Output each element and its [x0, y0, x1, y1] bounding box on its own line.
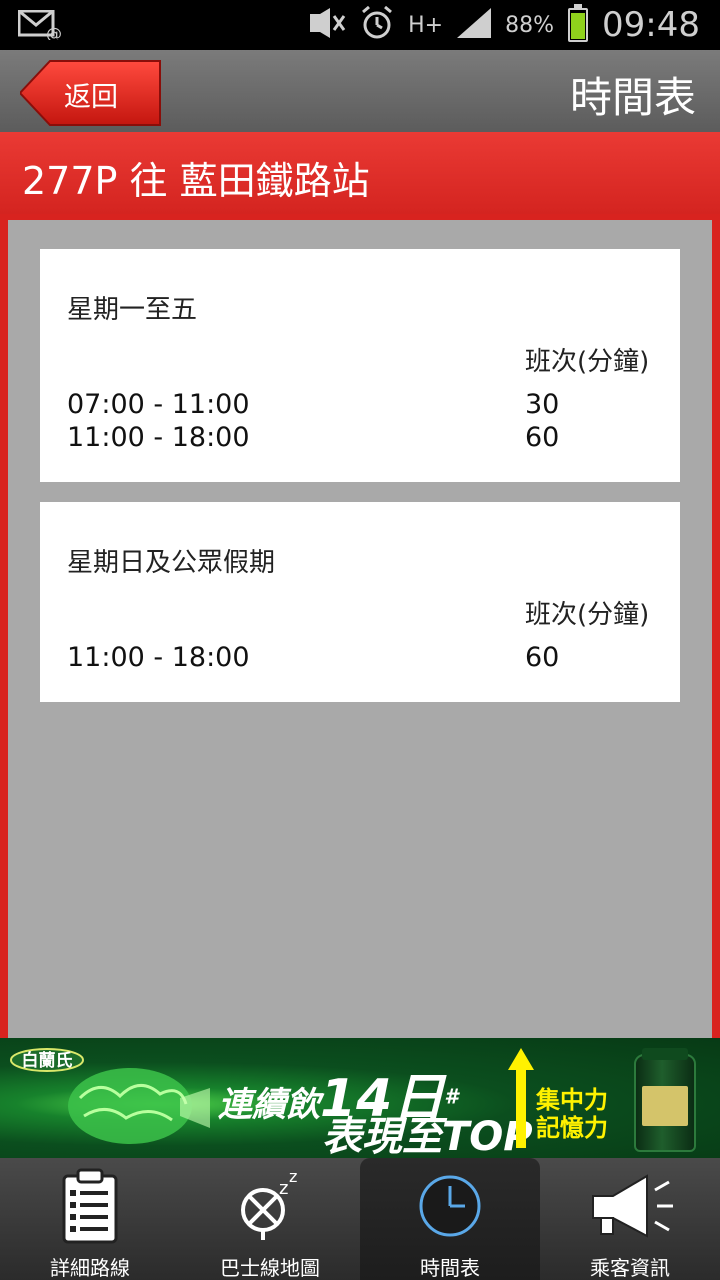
product-jar-image — [634, 1048, 696, 1152]
bus-map-icon: z z — [235, 1167, 305, 1248]
nav-label: 詳細路線 — [50, 1256, 130, 1280]
schedule-row: 11:00 - 18:00 60 — [67, 642, 667, 676]
svg-text:@: @ — [46, 24, 62, 40]
frequency-column-header: 班次(分鐘) — [525, 347, 650, 377]
nav-route-details[interactable]: 詳細路線 — [0, 1158, 180, 1280]
network-type: H+ — [408, 12, 444, 38]
clock-time: 09:48 — [602, 5, 700, 45]
schedule-day-label: 星期日及公眾假期 — [67, 548, 276, 578]
nav-label: 乘客資訊 — [590, 1256, 670, 1280]
ad-text: 連續飲 — [218, 1085, 320, 1125]
up-arrow-icon — [508, 1048, 534, 1148]
mute-icon — [308, 8, 346, 42]
brain-graphic — [68, 1068, 210, 1144]
ad-side-line: 記憶力 — [536, 1114, 608, 1142]
time-period: 11:00 - 18:00 — [67, 422, 250, 453]
app-header: 返回 時間表 — [0, 50, 720, 132]
frequency-value: 30 — [525, 389, 560, 420]
status-bar: @ H+ 88% 09:48 — [0, 0, 720, 50]
battery-icon — [568, 4, 589, 42]
ad-side-text: 集中力 記憶力 — [536, 1086, 608, 1142]
nav-label: 時間表 — [420, 1256, 480, 1280]
schedule-row: 11:00 - 18:00 60 — [67, 422, 667, 456]
frequency-value: 60 — [525, 422, 560, 453]
back-button-label: 返回 — [64, 82, 118, 113]
nav-label: 巴士線地圖 — [220, 1256, 320, 1280]
bottom-navigation: 詳細路線 z z 巴士線地圖 時間表 乘客資訊 — [0, 1158, 720, 1280]
frequency-column-header: 班次(分鐘) — [525, 600, 650, 630]
ad-banner[interactable]: 白蘭氏 連續飲14日# 表現至TOP 集中力 記憶力 — [0, 1038, 720, 1158]
battery-percent: 88% — [505, 12, 555, 38]
schedule-day-label: 星期一至五 — [67, 295, 198, 325]
schedule-card-holiday: 星期日及公眾假期 班次(分鐘) 11:00 - 18:00 60 — [40, 502, 680, 702]
frequency-value: 60 — [525, 642, 560, 673]
route-banner: 277P 往 藍田鐵路站 — [0, 132, 720, 214]
clipboard-icon — [60, 1168, 120, 1248]
email-notification-icon: @ — [17, 9, 62, 44]
nav-passenger-info[interactable]: 乘客資訊 — [540, 1158, 720, 1280]
megaphone-icon — [585, 1168, 675, 1248]
schedule-row: 07:00 - 11:00 30 — [67, 389, 667, 423]
route-title: 277P 往 藍田鐵路站 — [22, 159, 370, 203]
ad-side-line: 集中力 — [536, 1086, 608, 1114]
back-button[interactable]: 返回 — [20, 60, 164, 126]
clock-icon — [415, 1168, 485, 1248]
schedule-card-weekday: 星期一至五 班次(分鐘) 07:00 - 11:00 30 11:00 - 18… — [40, 249, 680, 482]
signal-icon — [457, 8, 492, 42]
time-period: 07:00 - 11:00 — [67, 389, 250, 420]
page-title: 時間表 — [569, 73, 696, 122]
nav-timetable[interactable]: 時間表 — [360, 1158, 540, 1280]
schedule-list: 星期一至五 班次(分鐘) 07:00 - 11:00 30 11:00 - 18… — [8, 220, 712, 1038]
svg-text:z: z — [279, 1178, 288, 1199]
content-frame: 星期一至五 班次(分鐘) 07:00 - 11:00 30 11:00 - 18… — [0, 214, 720, 1038]
svg-text:z: z — [289, 1168, 297, 1186]
nav-bus-map[interactable]: z z 巴士線地圖 — [180, 1158, 360, 1280]
alarm-icon — [360, 5, 394, 44]
time-period: 11:00 - 18:00 — [67, 642, 250, 673]
ad-headline-2: 表現至TOP — [322, 1114, 533, 1158]
